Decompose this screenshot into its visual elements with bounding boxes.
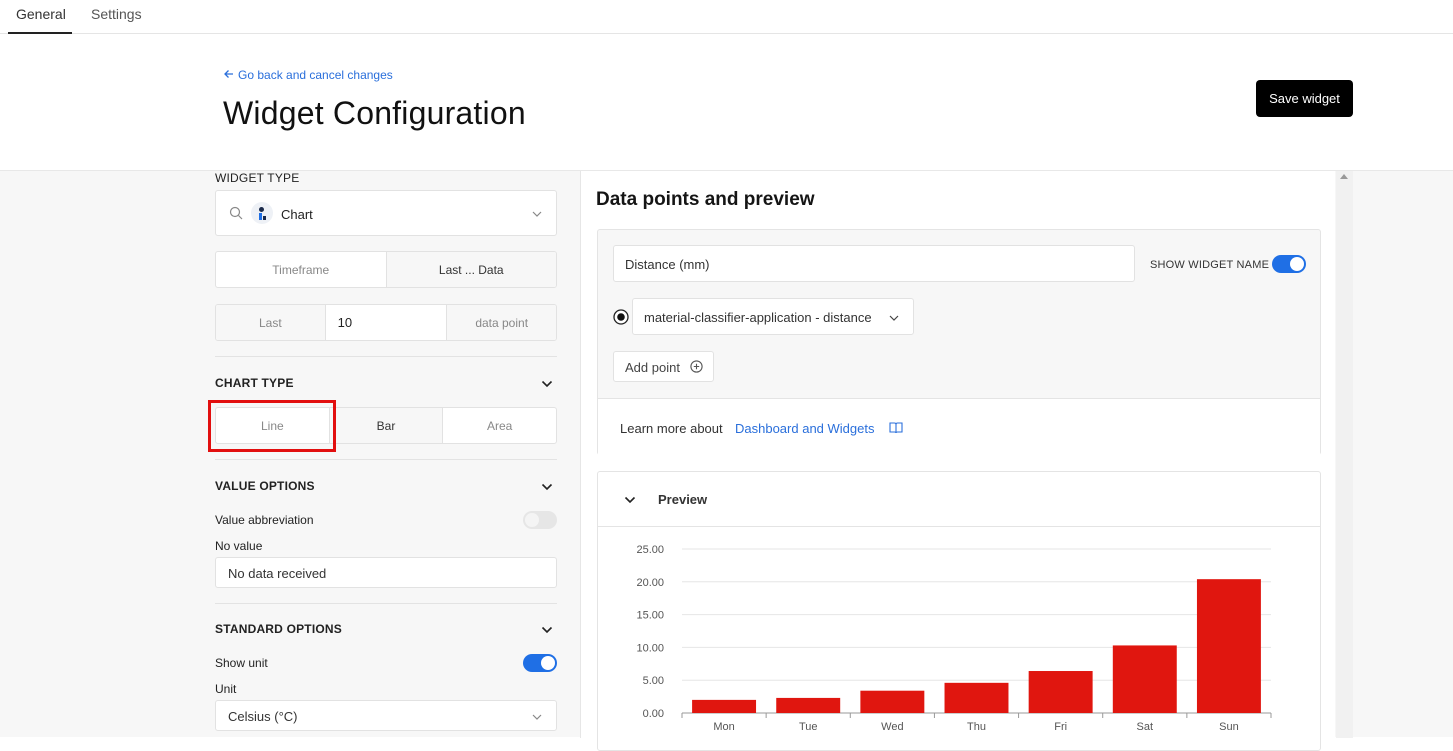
unit-label: Unit <box>215 682 237 696</box>
no-value-label: No value <box>215 539 263 553</box>
add-point-label: Add point <box>625 360 680 375</box>
tab-settings[interactable]: Settings <box>83 0 155 34</box>
segment-last-data[interactable]: Last ... Data <box>386 252 556 287</box>
book-icon[interactable] <box>889 421 903 439</box>
chevron-down-icon <box>531 207 543 225</box>
preview-label: Preview <box>658 492 708 507</box>
plus-circle-icon <box>690 360 703 378</box>
page-title: Widget Configuration <box>223 95 526 131</box>
learn-more-text: Learn more about <box>620 421 723 436</box>
unit-value: Celsius (°C) <box>228 709 298 724</box>
bar <box>1196 579 1261 713</box>
scroll-up-arrow-icon[interactable] <box>1340 174 1348 179</box>
data-points-title: Data points and preview <box>596 189 815 210</box>
tab-general[interactable]: General <box>8 0 72 34</box>
show-widget-name-label: SHOW WIDGET NAME <box>1150 259 1270 271</box>
data-points-card: Distance (mm) SHOW WIDGET NAME material-… <box>597 229 1321 455</box>
search-icon <box>229 206 243 225</box>
x-tick-label: Mon <box>713 721 734 733</box>
bar <box>1028 671 1093 713</box>
chart-type-label: CHART TYPE <box>215 376 294 390</box>
x-tick-label: Sat <box>1137 721 1154 733</box>
highlight-box <box>208 400 336 452</box>
bar <box>860 690 925 713</box>
config-content: WIDGET TYPE Chart Timeframe Last ... Dat… <box>0 170 1453 751</box>
y-tick-label: 20.00 <box>636 577 664 589</box>
chart-type-area[interactable]: Area <box>443 408 556 443</box>
x-tick-label: Wed <box>881 721 903 733</box>
y-tick-label: 5.00 <box>643 675 664 687</box>
learn-more-row: Learn more about Dashboard and Widgets <box>598 398 1320 455</box>
widget-type-label: WIDGET TYPE <box>215 171 300 185</box>
radio-selected-icon[interactable] <box>613 309 629 330</box>
y-tick-label: 0.00 <box>643 708 664 720</box>
x-tick-label: Thu <box>967 721 986 733</box>
go-back-link[interactable]: Go back and cancel changes <box>224 68 393 82</box>
show-widget-name-toggle[interactable] <box>1272 255 1306 273</box>
chevron-down-icon <box>531 710 543 728</box>
preview-card: Preview 0.00 5.00 10.00 15.00 20.00 25.00 Mon T… <box>597 471 1321 751</box>
widget-name-value: Distance (mm) <box>625 257 710 272</box>
preview-bar-chart: 0.00 5.00 10.00 15.00 20.00 25.00 Mon Tue Wed Thu… <box>636 544 1272 733</box>
segment-timeframe[interactable]: Timeframe <box>216 252 387 287</box>
unit-select[interactable]: Celsius (°C) <box>215 700 557 731</box>
go-back-label: Go back and cancel changes <box>238 68 393 82</box>
standard-options-label: STANDARD OPTIONS <box>215 622 342 636</box>
bar <box>1112 645 1177 713</box>
chevron-down-icon <box>888 311 900 329</box>
x-tick-label: Tue <box>799 721 818 733</box>
top-tab-bar: General Settings <box>0 0 1453 34</box>
no-value-text: No data received <box>228 566 327 581</box>
chart-type-bar[interactable]: Bar <box>329 408 444 443</box>
divider <box>215 356 557 357</box>
chevron-down-icon[interactable] <box>541 623 553 634</box>
chart-widget-icon <box>251 202 273 224</box>
show-unit-toggle[interactable] <box>523 654 557 672</box>
show-unit-label: Show unit <box>215 656 268 670</box>
y-tick-label: 25.00 <box>636 544 664 556</box>
x-tick-label: Sun <box>1219 721 1239 733</box>
widget-name-input[interactable]: Distance (mm) <box>613 245 1135 282</box>
widget-type-select[interactable]: Chart <box>215 190 557 236</box>
bar <box>944 682 1009 713</box>
save-widget-button[interactable]: Save widget <box>1256 80 1353 117</box>
bar <box>692 699 757 713</box>
y-tick-label: 10.00 <box>636 642 664 654</box>
chevron-down-icon[interactable] <box>541 377 553 388</box>
add-point-button[interactable]: Add point <box>613 351 714 382</box>
y-tick-label: 15.00 <box>636 610 664 622</box>
bar <box>776 697 841 713</box>
no-value-input[interactable]: No data received <box>215 557 557 588</box>
last-data-points-row: Last 10 data point <box>215 304 557 341</box>
divider <box>215 603 557 604</box>
data-point-select[interactable]: material-classifier-application - distan… <box>632 298 914 335</box>
chevron-down-icon[interactable] <box>624 493 636 511</box>
arrow-left-icon <box>224 68 234 82</box>
value-abbreviation-label: Value abbreviation <box>215 513 314 527</box>
chevron-down-icon[interactable] <box>541 480 553 491</box>
dashboard-widgets-link[interactable]: Dashboard and Widgets <box>735 421 874 436</box>
widget-type-value: Chart <box>281 207 313 222</box>
divider <box>215 459 557 460</box>
preview-header[interactable]: Preview <box>598 472 1320 527</box>
last-prefix-label: Last <box>216 305 326 340</box>
value-abbreviation-toggle[interactable] <box>523 511 557 529</box>
vertical-scrollbar[interactable] <box>1336 171 1353 738</box>
data-points-preview-panel: Data points and preview Distance (mm) SH… <box>580 171 1335 751</box>
data-point-value: material-classifier-application - distan… <box>644 310 872 325</box>
timeframe-segmented-control: Timeframe Last ... Data <box>215 251 557 288</box>
data-point-count-input[interactable]: 10 <box>325 305 448 340</box>
data-point-suffix-label: data point <box>447 305 556 340</box>
x-tick-label: Fri <box>1054 721 1067 733</box>
value-options-label: VALUE OPTIONS <box>215 479 315 493</box>
